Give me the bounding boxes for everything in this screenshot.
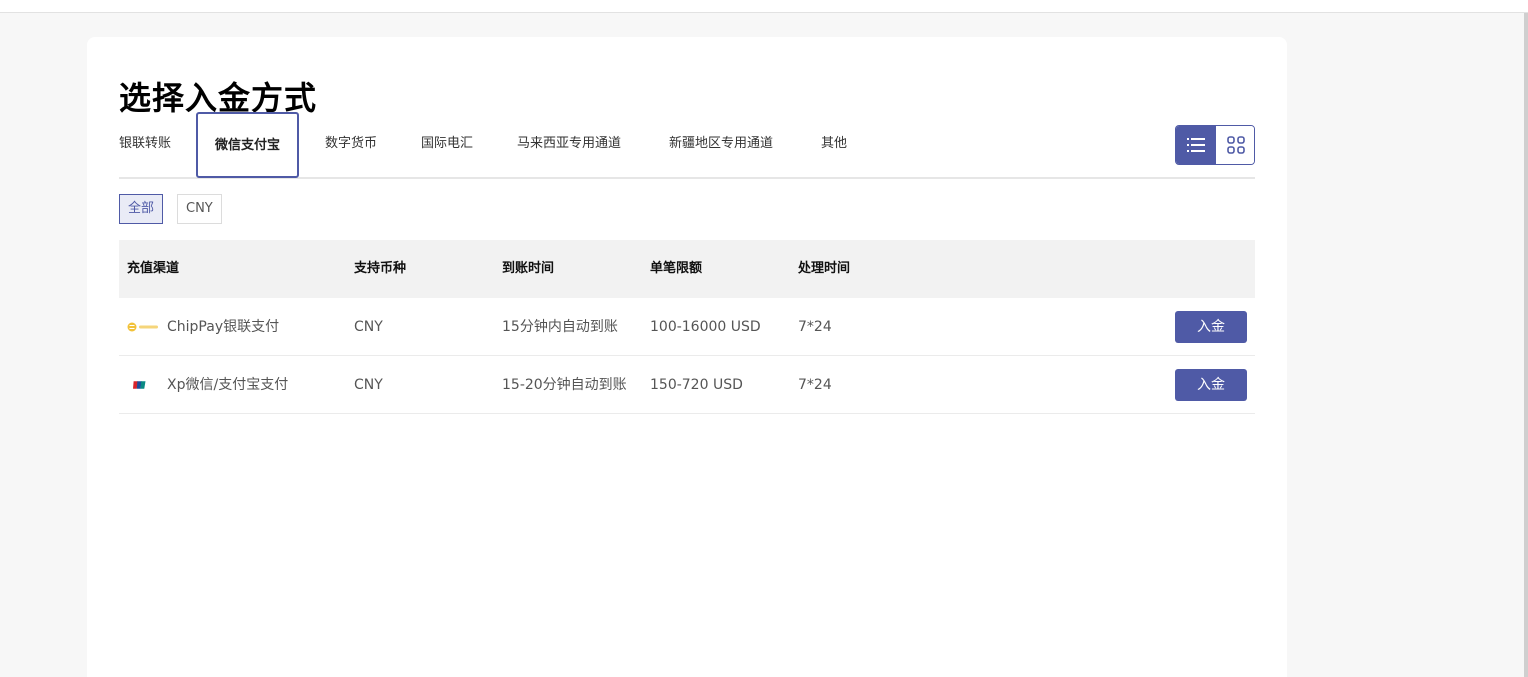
arrival-cell: 15分钟内自动到账: [502, 319, 618, 335]
browser-top-strip: [0, 0, 1528, 13]
view-toggle: [1175, 125, 1255, 165]
filter-cny[interactable]: CNY: [177, 194, 222, 224]
deposit-button[interactable]: 入金: [1175, 311, 1247, 343]
tab-wechat-alipay[interactable]: 微信支付宝: [196, 112, 300, 178]
list-view-button[interactable]: [1176, 126, 1216, 164]
limit-cell: 150-720 USD: [650, 377, 743, 393]
header-process: 处理时间: [798, 261, 851, 276]
process-cell: 7*24: [798, 319, 832, 335]
header-limit: 单笔限额: [650, 261, 703, 276]
tab-crypto[interactable]: 数字货币: [325, 111, 377, 177]
unionpay-logo-icon: [133, 381, 146, 389]
tab-xinjiang-channel[interactable]: 新疆地区专用通道: [669, 111, 773, 177]
header-arrival: 到账时间: [502, 261, 555, 276]
channel-name: Xp微信/支付宝支付: [167, 377, 289, 393]
currency-cell: CNY: [354, 377, 383, 393]
channel-name: ChipPay银联支付: [167, 319, 280, 335]
header-currency: 支持币种: [354, 261, 407, 276]
grid-icon: [1227, 136, 1245, 154]
deposit-method-card: 选择入金方式 银联转账 微信支付宝 数字货币 国际电汇 马来西亚专用通道 新疆地…: [87, 37, 1287, 677]
tab-unionpay-transfer[interactable]: 银联转账: [119, 111, 171, 177]
tab-other[interactable]: 其他: [821, 111, 847, 177]
currency-cell: CNY: [354, 319, 383, 335]
tab-wire-transfer[interactable]: 国际电汇: [421, 111, 473, 177]
grid-view-button[interactable]: [1216, 126, 1254, 164]
tab-malaysia-channel[interactable]: 马来西亚专用通道: [517, 111, 621, 177]
method-tabs: 银联转账 微信支付宝 数字货币 国际电汇 马来西亚专用通道 新疆地区专用通道 其…: [119, 111, 1255, 179]
list-icon: [1187, 138, 1205, 152]
deposit-button[interactable]: 入金: [1175, 369, 1247, 401]
table-header: 充值渠道 支持币种 到账时间 单笔限额 处理时间: [119, 240, 1255, 298]
header-channel: 充值渠道: [127, 261, 180, 276]
process-cell: 7*24: [798, 377, 832, 393]
chippay-logo-icon: [127, 322, 158, 332]
table-row: Xp微信/支付宝支付 CNY 15-20分钟自动到账 150-720 USD 7…: [119, 356, 1255, 414]
table-row: ChipPay银联支付 CNY 15分钟内自动到账 100-16000 USD …: [119, 298, 1255, 356]
limit-cell: 100-16000 USD: [650, 319, 761, 335]
arrival-cell: 15-20分钟自动到账: [502, 377, 627, 393]
scrollbar[interactable]: [1524, 13, 1528, 677]
channel-table: 充值渠道 支持币种 到账时间 单笔限额 处理时间 ChipPay银联支付 CNY…: [119, 240, 1255, 414]
filter-all[interactable]: 全部: [119, 194, 164, 224]
